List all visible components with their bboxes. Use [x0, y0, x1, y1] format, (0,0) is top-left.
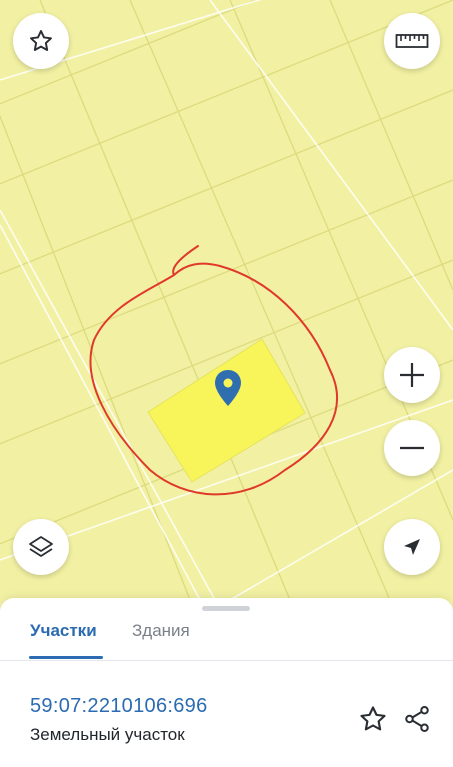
navigation-arrow-icon	[404, 539, 420, 555]
parcel-favorite-button[interactable]	[358, 704, 388, 734]
map-favorite-button[interactable]	[13, 13, 69, 69]
star-icon	[360, 706, 386, 731]
parcel-type-label: Земельный участок	[30, 725, 185, 744]
sheet-drag-handle[interactable]	[202, 606, 250, 611]
zoom-in-button[interactable]	[384, 347, 440, 403]
sheet-tabs: Участки Здания	[0, 612, 453, 661]
parcel-info-sheet[interactable]: Участки Здания 59:07:2210106:696 Земельн…	[0, 598, 453, 767]
map-parcel-grid	[0, 0, 453, 600]
star-icon	[30, 30, 52, 51]
minus-icon	[400, 446, 424, 450]
tab-buildings[interactable]: Здания	[132, 620, 190, 642]
layers-icon	[29, 536, 53, 557]
parcel-cadastral-number[interactable]: 59:07:2210106:696	[30, 695, 208, 718]
zoom-out-button[interactable]	[384, 420, 440, 476]
plus-icon	[400, 363, 424, 387]
ruler-button[interactable]	[384, 13, 440, 69]
parcel-share-button[interactable]	[402, 704, 432, 734]
layers-button[interactable]	[13, 519, 69, 575]
share-icon	[405, 706, 429, 732]
my-location-button[interactable]	[384, 519, 440, 575]
cadastral-map[interactable]	[0, 0, 453, 600]
ruler-icon	[395, 34, 429, 48]
tab-parcels[interactable]: Участки	[30, 620, 97, 642]
active-tab-indicator	[29, 656, 103, 659]
